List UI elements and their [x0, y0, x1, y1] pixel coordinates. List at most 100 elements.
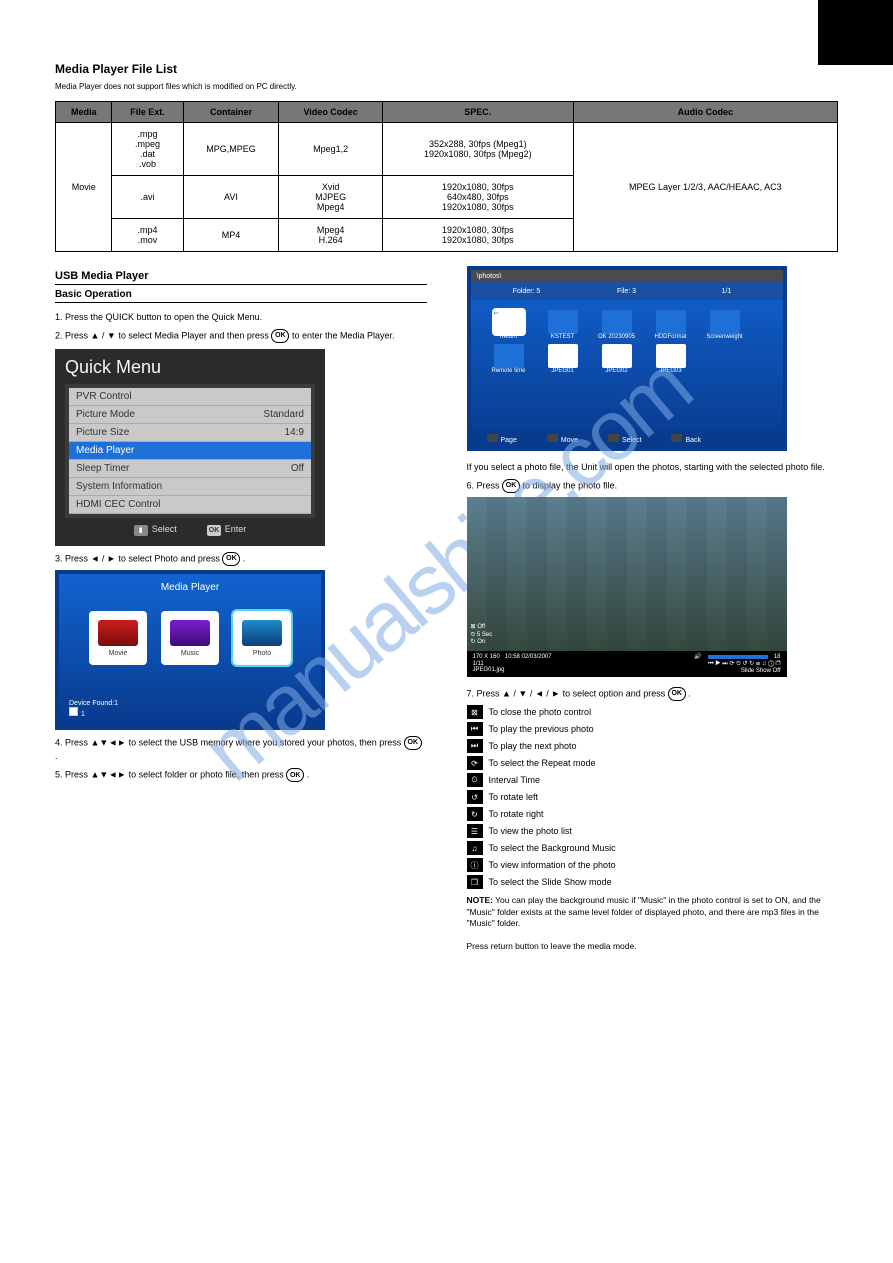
photo-badge: ⊠ Off ⏲ 5 Sec ↻ On	[471, 624, 493, 647]
quick-menu-item[interactable]: Picture Size14:9	[69, 424, 311, 442]
qm-enter-hint: OKEnter	[207, 524, 247, 536]
legend-row: ⏲Interval Time	[467, 773, 839, 787]
side-black-tab	[818, 0, 893, 65]
thumbnail-item[interactable]: KSTEST	[543, 310, 583, 340]
legend-row: ⟳To select the Repeat mode	[467, 756, 839, 770]
td-cont2: MP4	[183, 219, 279, 252]
step-6b: to display the photo file.	[523, 481, 618, 491]
td-spec2: 1920x1080, 30fps 1920x1080, 30fps	[382, 219, 573, 252]
quick-menu-item[interactable]: Sleep TimerOff	[69, 460, 311, 478]
ok-icon: OK	[222, 552, 240, 566]
legend-icon: ⓘ	[467, 858, 483, 872]
ok-icon: OK	[404, 736, 422, 750]
legend-row: ⏮To play the previous photo	[467, 722, 839, 736]
photo-viewer-screenshot: ⊠ Off ⏲ 5 Sec ↻ On 170 X 160 10:58 02/03…	[467, 497, 787, 677]
td-cont0: MPG,MPEG	[183, 123, 279, 176]
legend-row: ⓘTo view information of the photo	[467, 858, 839, 872]
legend-row: ↻To rotate right	[467, 807, 839, 821]
note-block: NOTE: You can play the background music …	[467, 895, 839, 952]
step-7: 7. Press ▲ / ▼ / ◄ / ► to select option …	[467, 687, 839, 701]
td-cont1: AVI	[183, 176, 279, 219]
quick-menu-item[interactable]: Picture ModeStandard	[69, 406, 311, 424]
td-media: Movie	[56, 123, 112, 252]
th-audio: Audio Codec	[573, 102, 837, 123]
legend-icon: ↺	[467, 790, 483, 804]
legend-row: ⊠To close the photo control	[467, 705, 839, 719]
thumb-header: Folder: 5 File: 3 1/1	[471, 282, 783, 300]
thumb-foot: Page Move Select Back	[471, 431, 783, 447]
legend-icon: ⏮	[467, 722, 483, 736]
thumbnail-item[interactable]: JPEG01	[543, 344, 583, 374]
legend-icon: ❐	[467, 875, 483, 889]
thumbnail-item[interactable]: HDDFormat	[651, 310, 691, 340]
thumbnail-screenshot: \photos\ Folder: 5 File: 3 1/1 ↩Return KS…	[467, 266, 787, 451]
format-table: Media File Ext. Container Video Codec SP…	[55, 101, 838, 252]
td-spec1: 1920x1080, 30fps 640x480, 30fps 1920x108…	[382, 176, 573, 219]
ok-icon: OK	[286, 768, 304, 782]
th-spec: SPEC.	[382, 102, 573, 123]
step-4b: .	[55, 751, 58, 761]
legend-icon: ⏭	[467, 739, 483, 753]
legend-icon: ⊠	[467, 705, 483, 719]
quick-menu-item[interactable]: PVR Control	[69, 388, 311, 406]
step-6: 6. Press OK to display the photo file.	[467, 479, 839, 493]
step-2: 2. Press ▲ / ▼ to select Media Player an…	[55, 329, 427, 343]
legend-row: ♫To select the Background Music	[467, 841, 839, 855]
file-list-note: Media Player does not support files whic…	[55, 82, 838, 91]
usb-heading: USB Media Player	[55, 270, 427, 285]
step-5: 5. Press ▲▼◄► to select folder or photo …	[55, 768, 427, 782]
th-media: Media	[56, 102, 112, 123]
quick-menu-title: Quick Menu	[65, 357, 315, 378]
quick-menu-item[interactable]: HDMI CEC Control	[69, 496, 311, 514]
td-ext0: .mpg .mpeg .dat .vob	[112, 123, 183, 176]
step-3b: .	[243, 554, 246, 564]
step-6-pre: If you select a photo file, the Unit wil…	[467, 461, 839, 473]
step-7b: .	[688, 689, 691, 699]
thumbnail-item[interactable]: JPEG03	[651, 344, 691, 374]
media-type-card[interactable]: Movie	[89, 611, 147, 665]
ok-icon: OK	[668, 687, 686, 701]
icon-legend: ⊠To close the photo control ⏮To play the …	[467, 705, 839, 889]
thumbnail-item[interactable]: JPEG02	[597, 344, 637, 374]
ok-icon: OK	[502, 479, 520, 493]
thumbnail-item[interactable]: Remote time	[489, 344, 529, 374]
step-6a: 6. Press	[467, 481, 503, 491]
step-2a: 2. Press ▲ / ▼ to select Media Player an…	[55, 331, 271, 341]
media-type-card[interactable]: Photo	[233, 611, 291, 665]
td-audio: MPEG Layer 1/2/3, AAC/HEAAC, AC3	[573, 123, 837, 252]
step-4a: 4. Press ▲▼◄► to select the USB memory w…	[55, 738, 404, 748]
legend-icon: ♫	[467, 841, 483, 855]
qm-select-hint: ▮Select	[134, 524, 177, 536]
th-container: Container	[183, 102, 279, 123]
step-5b: .	[307, 770, 310, 780]
td-ext1: .avi	[112, 176, 183, 219]
thumb-path: \photos\	[471, 270, 783, 282]
step-5a: 5. Press ▲▼◄► to select folder or photo …	[55, 770, 286, 780]
td-codec0: Mpeg1,2	[279, 123, 383, 176]
step-3a: 3. Press ◄ / ► to select Photo and press	[55, 554, 222, 564]
media-type-card[interactable]: Music	[161, 611, 219, 665]
legend-row: ❐To select the Slide Show mode	[467, 875, 839, 889]
td-codec2: Mpeg4 H.264	[279, 219, 383, 252]
legend-icon: ☰	[467, 824, 483, 838]
thumbnail-item[interactable]: OK 20230905	[597, 310, 637, 340]
thumbnail-item[interactable]: Screenweight	[705, 310, 745, 340]
file-list-heading: Media Player File List	[55, 62, 838, 76]
quick-menu-item[interactable]: Media Player	[69, 442, 311, 460]
th-codec: Video Codec	[279, 102, 383, 123]
legend-row: ↺To rotate left	[467, 790, 839, 804]
step-4: 4. Press ▲▼◄► to select the USB memory w…	[55, 736, 427, 762]
legend-icon: ⟳	[467, 756, 483, 770]
legend-icon: ↻	[467, 807, 483, 821]
quick-menu-item[interactable]: System Information	[69, 478, 311, 496]
th-ext: File Ext.	[112, 102, 183, 123]
media-player-screenshot: Media Player MovieMusicPhoto Device Foun…	[55, 570, 325, 730]
basic-heading: Basic Operation	[55, 289, 427, 303]
thumbnail-item[interactable]: ↩Return	[489, 310, 529, 340]
step-7a: 7. Press ▲ / ▼ / ◄ / ► to select option …	[467, 689, 668, 699]
step-3: 3. Press ◄ / ► to select Photo and press…	[55, 552, 427, 566]
mp-title: Media Player	[69, 582, 311, 593]
legend-row: ☰To view the photo list	[467, 824, 839, 838]
td-spec0: 352x288, 30fps (Mpeg1) 1920x1080, 30fps …	[382, 123, 573, 176]
td-ext2: .mp4 .mov	[112, 219, 183, 252]
